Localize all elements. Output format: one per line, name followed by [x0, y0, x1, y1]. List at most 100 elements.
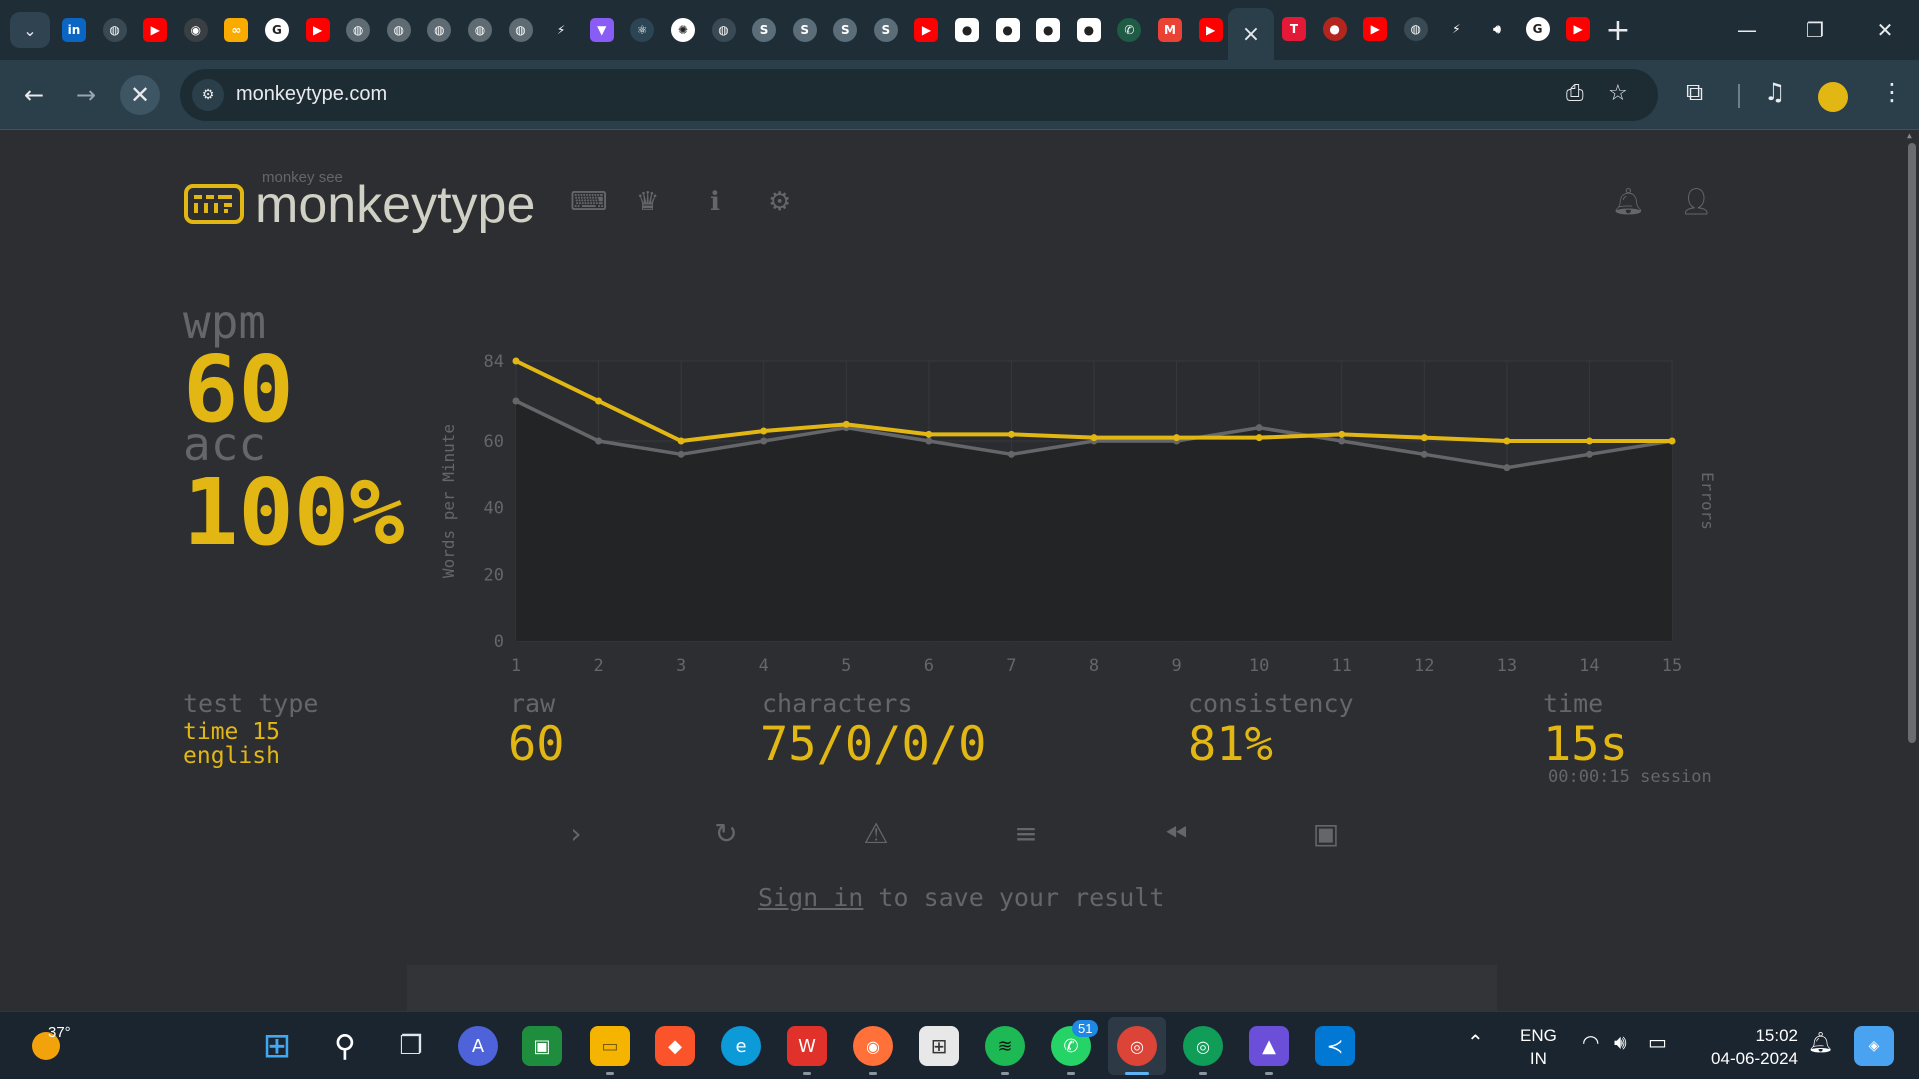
photos-icon[interactable]: ▲ [1249, 1026, 1289, 1066]
logo-text[interactable]: monkeytype [255, 175, 535, 235]
tab-web-app-icon[interactable]: ◍ [102, 18, 127, 42]
classroom-icon[interactable]: ▣ [522, 1026, 562, 1066]
tab-monkey-icon[interactable]: ● [995, 18, 1020, 42]
tab-chatgpt-icon[interactable]: ✺ [670, 18, 695, 42]
tab-monkey-icon[interactable]: ● [1076, 18, 1101, 42]
tab-youtube-icon[interactable]: ▶ [1198, 18, 1223, 42]
report-warning-icon[interactable]: ⚠ [856, 817, 896, 850]
tab-sap-icon[interactable]: S [833, 18, 858, 42]
extensions-icon[interactable]: ⧉ [1686, 78, 1703, 106]
clock[interactable]: 15:02 04-06-2024 [1702, 1024, 1798, 1070]
file-explorer-icon[interactable]: ▭ [590, 1026, 630, 1066]
acc-value: 100% [183, 459, 405, 566]
wifi-icon[interactable]: ◠ [1582, 1030, 1599, 1054]
tab-web-app-icon[interactable]: ◍ [711, 18, 736, 42]
signin-link[interactable]: Sign in [758, 883, 863, 912]
bell-icon[interactable]: 🔔︎ [1612, 187, 1645, 217]
restart-test-icon[interactable]: ↻ [706, 817, 746, 850]
tab-colab-icon[interactable]: ∞ [224, 18, 249, 42]
tab-globe-icon[interactable]: ◍ [508, 18, 533, 42]
tab-search-button[interactable]: ⌄ [10, 12, 50, 48]
notification-bell-icon[interactable]: 🔔︎ [1808, 1030, 1833, 1054]
tab-react-icon[interactable]: ⚛ [630, 18, 655, 42]
tab-youtube-icon[interactable]: ▶ [305, 18, 330, 42]
tab-globe-icon[interactable]: ◍ [386, 18, 411, 42]
scroll-up-arrow[interactable]: ▲ [1907, 131, 1912, 140]
tab-stackblitz-icon[interactable]: ⚡ [549, 18, 574, 42]
brave-icon[interactable]: ◆ [655, 1026, 695, 1066]
page-scrollbar[interactable]: ▲ [1904, 131, 1919, 1011]
tab-sap-icon[interactable]: S [752, 18, 777, 42]
active-tab-close-button[interactable]: × [1228, 8, 1274, 60]
search-icon[interactable]: ⚲ [325, 1026, 365, 1066]
scrollbar-thumb[interactable] [1908, 143, 1916, 743]
new-tab-button[interactable]: + [1600, 12, 1636, 48]
tab-app-red-icon[interactable]: ● [1322, 17, 1347, 41]
start-button[interactable]: ⊞ [257, 1026, 297, 1066]
app-a-icon[interactable]: A [458, 1026, 498, 1066]
close-window-button[interactable]: ✕ [1862, 12, 1908, 48]
restore-button[interactable]: ❐ [1792, 12, 1838, 48]
volume-icon[interactable]: 🔊︎ [1614, 1030, 1627, 1054]
screenshot-icon[interactable]: ▣ [1306, 817, 1346, 850]
tab-gmail-icon[interactable]: M [1158, 18, 1183, 42]
chrome-menu-icon[interactable]: ⋮ [1880, 78, 1904, 106]
stop-loading-button[interactable]: ✕ [120, 75, 160, 115]
back-button[interactable]: ← [14, 75, 54, 115]
battery-icon[interactable]: ▭ [1648, 1030, 1667, 1054]
gear-icon[interactable]: ⚙ [768, 187, 791, 217]
tab-google-icon[interactable]: G [1525, 17, 1550, 41]
tab-globe-icon[interactable]: ◍ [467, 18, 492, 42]
vscode-icon[interactable]: ≺ [1315, 1026, 1355, 1066]
tab-linkedin-icon[interactable]: in [62, 18, 86, 42]
tab-youtube-icon[interactable]: ▶ [143, 18, 168, 42]
tab-vite-icon[interactable]: ▼ [589, 18, 614, 42]
minimize-button[interactable]: — [1724, 12, 1770, 48]
tab-whatsapp-icon[interactable]: ✆ [1117, 18, 1142, 42]
next-test-icon[interactable]: › [556, 817, 596, 850]
tab-monkey-icon[interactable]: ● [955, 18, 980, 42]
firefox-icon[interactable]: ◉ [853, 1026, 893, 1066]
chrome-profile-icon[interactable]: ◎ [1183, 1026, 1223, 1066]
url-text[interactable]: monkeytype.com [236, 83, 387, 106]
profile-avatar[interactable] [1818, 82, 1848, 112]
wps-office-icon[interactable]: W [787, 1026, 827, 1066]
task-view-icon[interactable]: ❐ [391, 1026, 431, 1066]
tab-globe-icon[interactable]: ◍ [346, 18, 371, 42]
word-history-icon[interactable]: ≡ [1006, 817, 1046, 850]
tab-google-icon[interactable]: G [264, 18, 289, 42]
tab-youtube-icon[interactable]: ▶ [1363, 17, 1388, 41]
site-info-icon[interactable]: ⚙ [192, 79, 224, 111]
language-indicator[interactable]: ENG IN [1520, 1024, 1557, 1070]
tab-monkey-icon[interactable]: ● [1036, 18, 1061, 42]
tab-sap-icon[interactable]: S [873, 18, 898, 42]
tab-tesla-icon[interactable]: T [1282, 17, 1306, 41]
tab-github-icon[interactable]: ◉ [183, 18, 208, 42]
weather-widget[interactable]: 37° [28, 1024, 71, 1066]
spotify-icon[interactable]: ≋ [985, 1026, 1025, 1066]
tab-youtube-icon[interactable]: ▶ [914, 18, 939, 42]
bookmark-star-icon[interactable]: ☆ [1608, 81, 1628, 106]
chrome-icon[interactable]: ◎ [1117, 1026, 1157, 1066]
keyboard-icon[interactable]: ⌨ [570, 187, 608, 217]
tab-stackblitz-icon[interactable]: ⚡ [1444, 17, 1469, 41]
crown-icon[interactable]: ♛ [636, 187, 659, 217]
chart-point-wpm [760, 427, 768, 435]
replay-icon[interactable]: ⏪︎ [1156, 817, 1196, 851]
tab-youtube-icon[interactable]: ▶ [1566, 17, 1591, 41]
microsoft-store-icon[interactable]: ⊞ [919, 1026, 959, 1066]
tab-audio-icon[interactable]: 🔊︎ [1484, 17, 1509, 41]
info-icon[interactable]: ℹ [710, 187, 720, 217]
show-hidden-icons-chevron-icon[interactable]: ⌃ [1467, 1030, 1484, 1054]
tab-sap-icon[interactable]: S [792, 18, 817, 42]
edge-icon[interactable]: e [721, 1026, 761, 1066]
install-app-icon[interactable]: ⎙ [1566, 81, 1584, 106]
copilot-icon[interactable]: ◈ [1854, 1026, 1894, 1066]
account-icon[interactable]: 👤︎ [1680, 187, 1713, 217]
address-bar[interactable]: ⚙ monkeytype.com ⎙ ☆ [180, 69, 1658, 121]
monkeytype-logo-icon[interactable] [184, 184, 244, 224]
forward-button[interactable]: → [66, 75, 106, 115]
media-control-icon[interactable]: ♫ [1764, 78, 1786, 106]
tab-globe-icon[interactable]: ◍ [427, 18, 452, 42]
tab-web-app-icon[interactable]: ◍ [1403, 17, 1428, 41]
